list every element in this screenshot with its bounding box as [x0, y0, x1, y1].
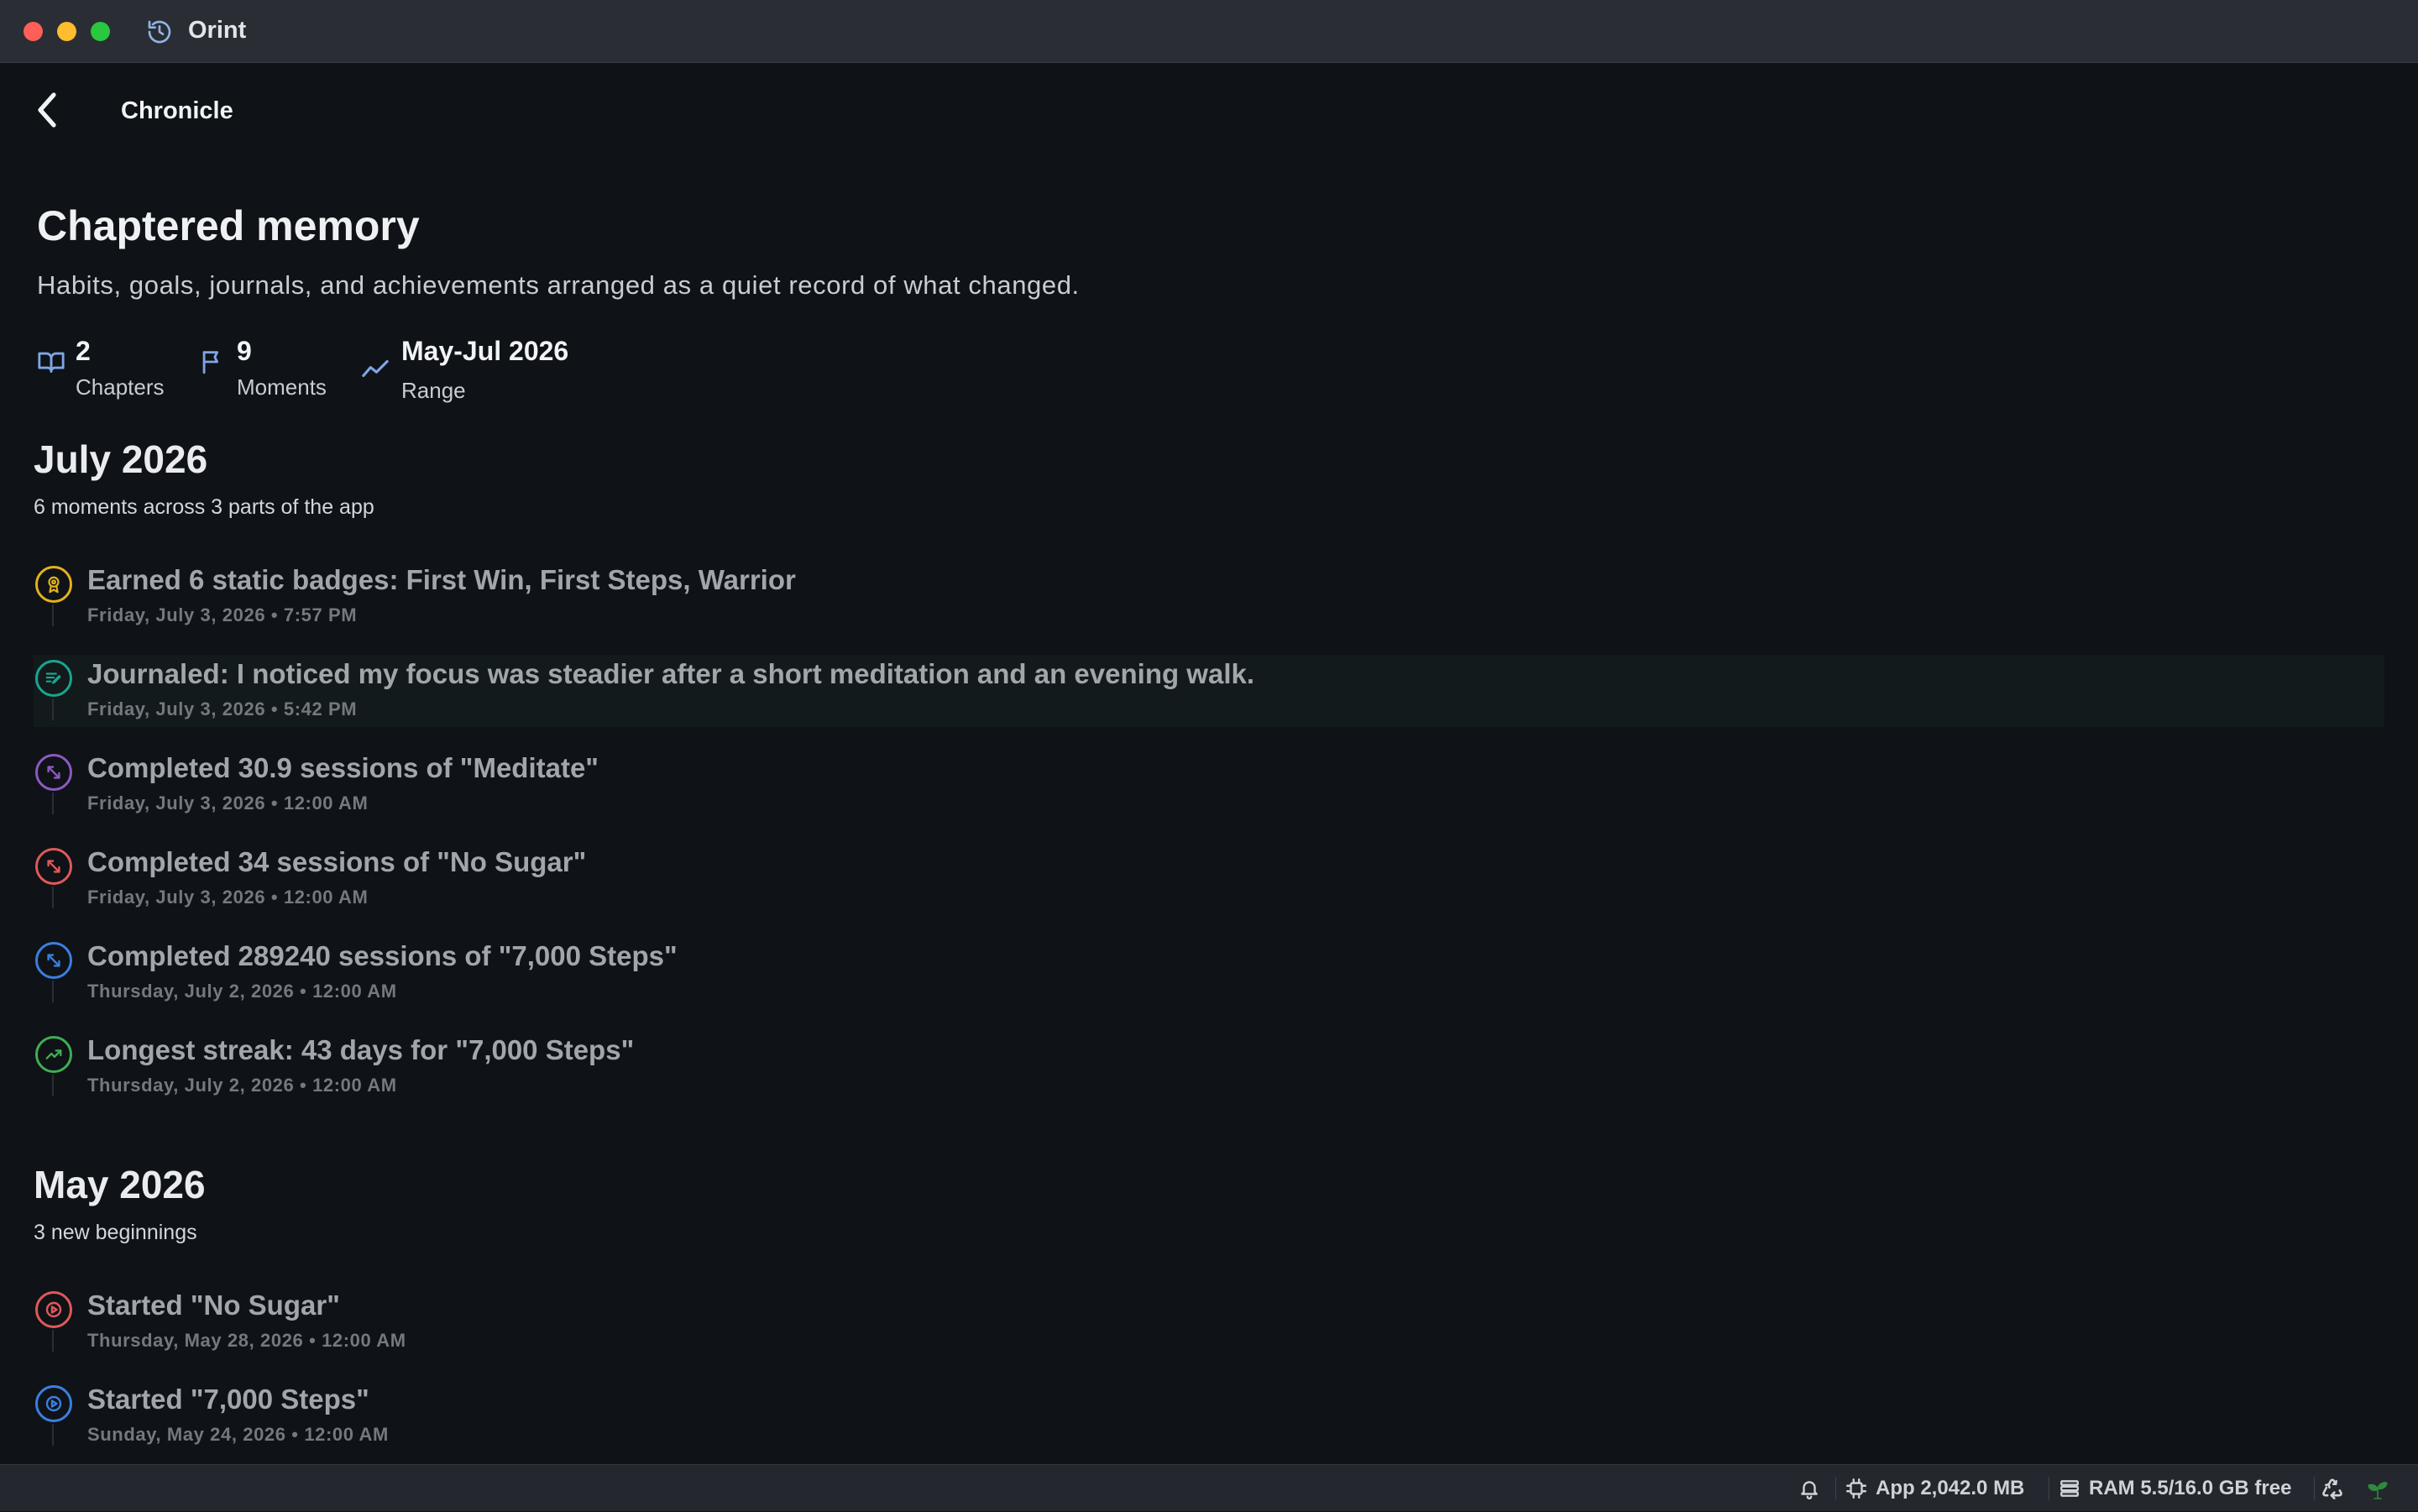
- timeline-connector: [52, 604, 54, 626]
- badge-icon: [44, 575, 63, 594]
- maximize-window-button[interactable]: [91, 22, 110, 41]
- timeline-event[interactable]: Longest streak: 43 days for "7,000 Steps…: [34, 1031, 2384, 1103]
- stat-label: Range: [401, 378, 466, 404]
- timeline-event[interactable]: Completed 34 sessions of "No Sugar" Frid…: [34, 843, 2384, 915]
- event-title: Completed 30.9 sessions of "Meditate": [87, 752, 599, 784]
- bell-icon: [1798, 1478, 1820, 1499]
- cpu-icon: [1845, 1478, 1867, 1499]
- event-marker: [35, 1036, 72, 1073]
- plant-status-button[interactable]: [2364, 1465, 2400, 1512]
- timeline-event[interactable]: Earned 6 static badges: First Win, First…: [34, 561, 2384, 633]
- timeline-event[interactable]: Journaled: I noticed my focus was steadi…: [34, 655, 2384, 727]
- app-memory-indicator[interactable]: App 2,042.0 MB: [1845, 1465, 2024, 1512]
- event-title: Completed 34 sessions of "No Sugar": [87, 846, 586, 878]
- event-marker: [35, 848, 72, 885]
- timeline-event[interactable]: Started "No Sugar" Thursday, May 28, 202…: [34, 1286, 2384, 1358]
- expand-arrows-icon: [44, 763, 63, 782]
- book-open-icon: [37, 348, 65, 376]
- event-marker: [35, 566, 72, 603]
- event-marker: [35, 1291, 72, 1328]
- plant-icon: [2364, 1475, 2391, 1502]
- page-title: Chaptered memory: [37, 201, 420, 250]
- nav-title: Chronicle: [121, 97, 233, 125]
- chevron-left-icon: [35, 92, 59, 128]
- status-divider: [2314, 1477, 2315, 1500]
- journal-edit-icon: [44, 669, 63, 688]
- stat-value: May-Jul 2026: [401, 336, 568, 367]
- recycle-button[interactable]: [2321, 1465, 2353, 1512]
- stat-value: 9: [237, 336, 252, 367]
- page-subtitle: Habits, goals, journals, and achievement…: [37, 270, 1080, 301]
- back-button[interactable]: [30, 89, 64, 131]
- status-divider: [1835, 1477, 1836, 1500]
- play-circle-icon: [44, 1300, 64, 1320]
- storage-stack-icon: [2059, 1478, 2080, 1499]
- event-time: Thursday, July 2, 2026 • 12:00 AM: [87, 1075, 397, 1096]
- event-marker: [35, 1385, 72, 1422]
- ram-indicator[interactable]: RAM 5.5/16.0 GB free: [2059, 1465, 2291, 1512]
- event-title: Completed 289240 sessions of "7,000 Step…: [87, 940, 678, 972]
- event-time: Friday, July 3, 2026 • 12:00 AM: [87, 887, 368, 908]
- event-time: Friday, July 3, 2026 • 5:42 PM: [87, 698, 357, 720]
- stat-label: Moments: [237, 374, 327, 400]
- expand-arrows-icon: [44, 857, 63, 876]
- event-time: Friday, July 3, 2026 • 7:57 PM: [87, 604, 357, 626]
- stat-label: Chapters: [76, 374, 165, 400]
- event-marker: [35, 754, 72, 791]
- section-title: May 2026: [34, 1162, 206, 1207]
- timeline-connector: [52, 698, 54, 720]
- event-title: Longest streak: 43 days for "7,000 Steps…: [87, 1034, 634, 1066]
- ram-text: RAM 5.5/16.0 GB free: [2089, 1477, 2291, 1500]
- timeline-connector: [52, 1330, 54, 1352]
- section-subtitle: 6 moments across 3 parts of the app: [34, 495, 374, 520]
- stat-value: 2: [76, 336, 91, 367]
- timeline-event[interactable]: Started "7,000 Steps" Sunday, May 24, 20…: [34, 1380, 2384, 1452]
- timeline-event[interactable]: Completed 289240 sessions of "7,000 Step…: [34, 937, 2384, 1009]
- close-window-button[interactable]: [24, 22, 43, 41]
- recycle-icon: [2321, 1477, 2344, 1500]
- trend-line-icon: [361, 354, 390, 383]
- timeline-connector: [52, 887, 54, 908]
- section-title: July 2026: [34, 437, 207, 482]
- event-marker: [35, 942, 72, 979]
- timeline-event[interactable]: Completed 30.9 sessions of "Meditate" Fr…: [34, 749, 2384, 821]
- event-title: Started "7,000 Steps": [87, 1384, 369, 1415]
- window-titlebar: Orint: [0, 0, 2418, 63]
- history-icon: [146, 18, 173, 45]
- event-title: Journaled: I noticed my focus was steadi…: [87, 658, 1254, 690]
- notifications-button[interactable]: [1798, 1465, 1829, 1512]
- event-title: Started "No Sugar": [87, 1290, 340, 1321]
- main-content: Chronicle Chaptered memory Habits, goals…: [0, 64, 2418, 1464]
- event-time: Thursday, July 2, 2026 • 12:00 AM: [87, 981, 397, 1002]
- play-circle-icon: [44, 1394, 64, 1414]
- event-time: Sunday, May 24, 2026 • 12:00 AM: [87, 1424, 389, 1446]
- event-marker: [35, 660, 72, 697]
- flag-icon: [198, 348, 227, 376]
- expand-arrows-icon: [44, 951, 63, 970]
- timeline-connector: [52, 1424, 54, 1446]
- timeline-connector: [52, 1075, 54, 1096]
- app-title: Orint: [188, 17, 246, 44]
- event-time: Thursday, May 28, 2026 • 12:00 AM: [87, 1330, 406, 1352]
- section-subtitle: 3 new beginnings: [34, 1221, 197, 1245]
- event-title: Earned 6 static badges: First Win, First…: [87, 564, 796, 596]
- timeline-connector: [52, 793, 54, 814]
- app-memory-text: App 2,042.0 MB: [1876, 1477, 2024, 1500]
- timeline-connector: [52, 981, 54, 1002]
- status-bar: App 2,042.0 MB RAM 5.5/16.0 GB free: [0, 1464, 2418, 1511]
- trend-up-icon: [44, 1045, 63, 1064]
- minimize-window-button[interactable]: [57, 22, 76, 41]
- event-time: Friday, July 3, 2026 • 12:00 AM: [87, 793, 368, 814]
